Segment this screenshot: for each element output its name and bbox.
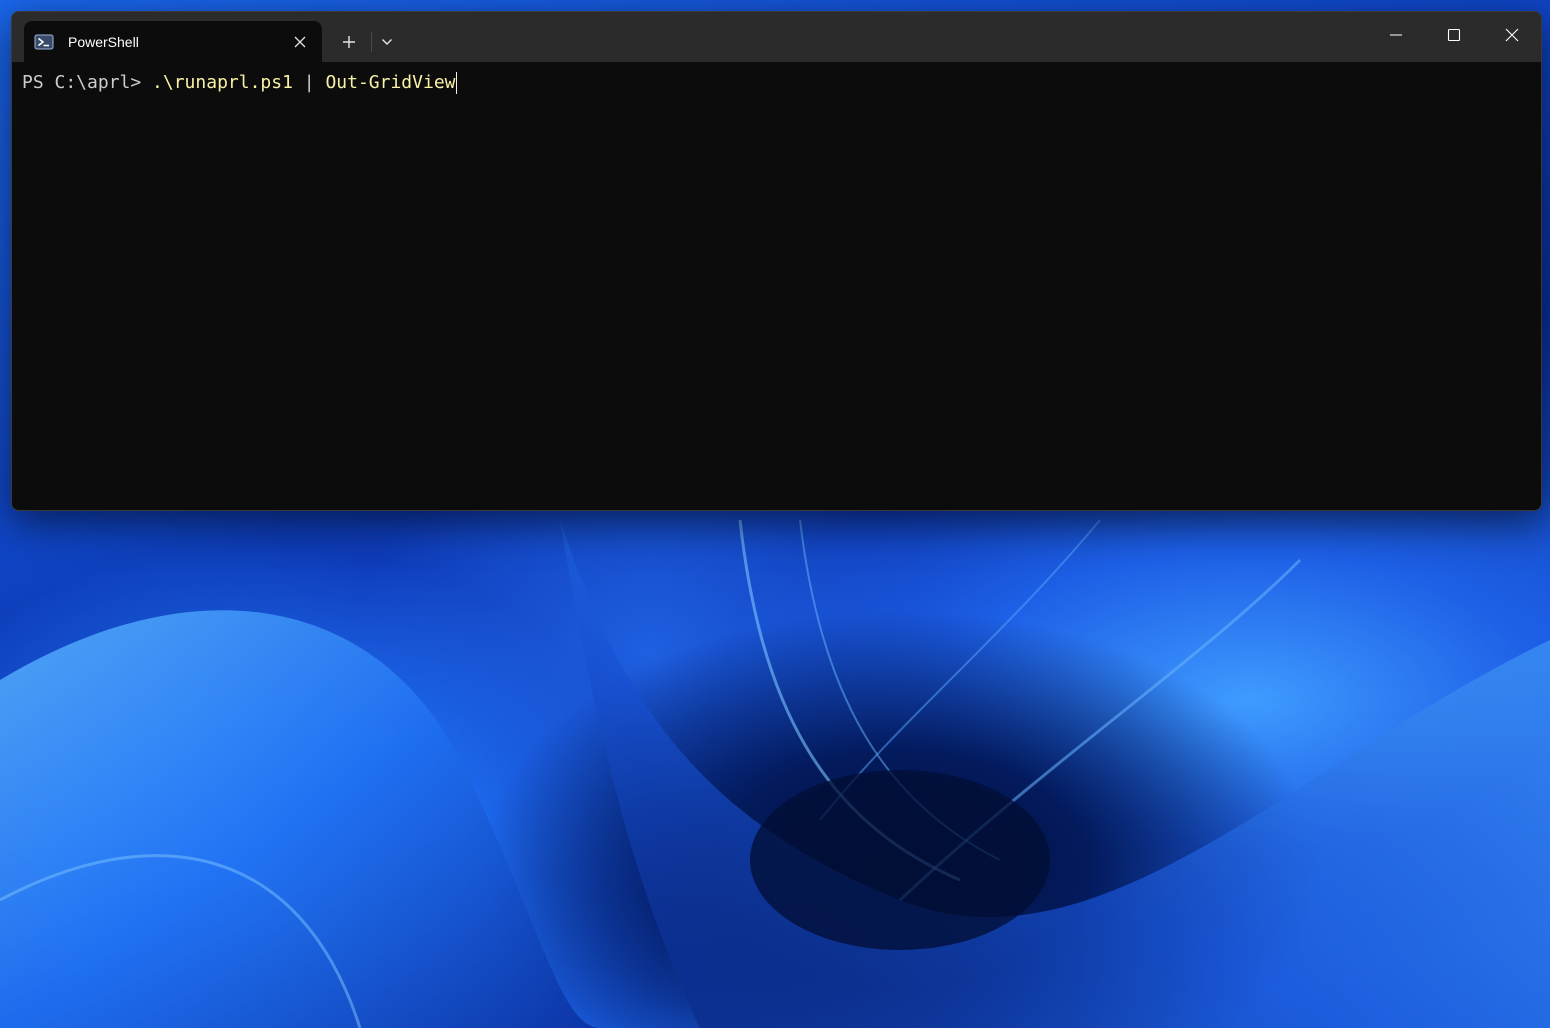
minimize-button[interactable] (1367, 12, 1425, 58)
minimize-icon (1390, 34, 1402, 36)
shell-prompt: PS C:\aprl> (22, 72, 153, 93)
close-window-button[interactable] (1483, 12, 1541, 58)
tab-dropdown-button[interactable] (373, 30, 401, 54)
close-icon (1505, 28, 1519, 42)
powershell-icon (34, 34, 54, 50)
tab-powershell[interactable]: PowerShell (24, 21, 322, 62)
pipe-operator: | (292, 72, 326, 93)
chevron-down-icon (382, 39, 392, 45)
tab-title: PowerShell (68, 33, 139, 50)
terminal-window: PowerShell PS C:\aprl> .\runaprl.ps1 | O… (11, 11, 1542, 511)
desktop: PowerShell PS C:\aprl> .\runaprl.ps1 | O… (0, 0, 1550, 1028)
terminal-output[interactable]: PS C:\aprl> .\runaprl.ps1 | Out-GridView (12, 62, 1541, 510)
tab-separator (371, 32, 372, 52)
new-tab-button[interactable] (334, 30, 364, 54)
command-cmdlet: Out-GridView (325, 72, 456, 93)
text-cursor (455, 72, 457, 94)
command-script: .\runaprl.ps1 (152, 72, 293, 93)
maximize-button[interactable] (1425, 12, 1483, 58)
plus-icon (343, 36, 355, 48)
maximize-icon (1447, 28, 1461, 42)
title-bar[interactable]: PowerShell (12, 12, 1541, 62)
close-tab-icon[interactable] (290, 32, 310, 52)
